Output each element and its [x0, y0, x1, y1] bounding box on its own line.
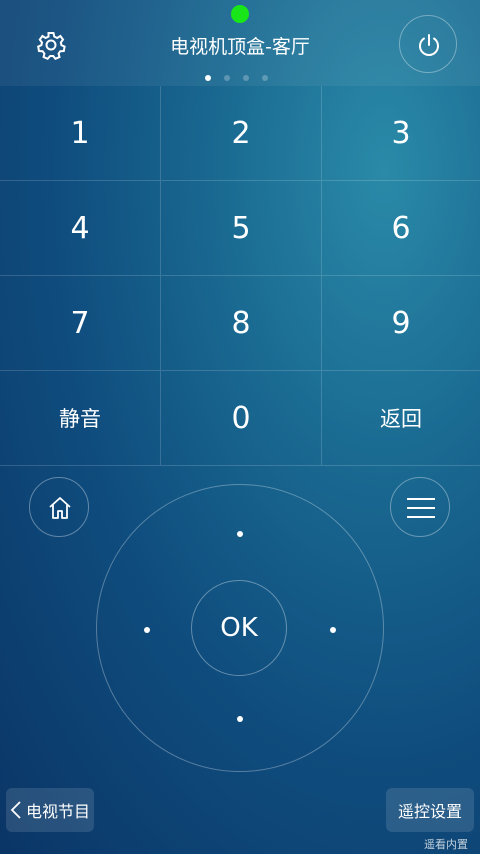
- page-dot: [262, 75, 268, 81]
- back-button[interactable]: 返回: [322, 371, 480, 466]
- power-icon: [419, 34, 439, 56]
- tv-program-label: 电视节目: [25, 802, 90, 821]
- dpad-up[interactable]: [237, 531, 243, 537]
- mute-button[interactable]: 静音: [0, 371, 161, 466]
- key-1[interactable]: 1: [0, 86, 161, 181]
- key-0[interactable]: 0: [161, 371, 322, 466]
- key-3[interactable]: 3: [322, 86, 480, 181]
- key-6[interactable]: 6: [322, 181, 480, 276]
- page-dot: [224, 75, 230, 81]
- dpad-down[interactable]: [237, 716, 243, 722]
- home-button[interactable]: [29, 477, 89, 537]
- home-icon: [49, 497, 71, 519]
- number-keypad: 1 2 3 4 5 6 7 8 9 静音 0 返回: [0, 86, 480, 466]
- dpad-left[interactable]: [144, 627, 150, 633]
- power-button[interactable]: [399, 15, 457, 73]
- dpad-right[interactable]: [330, 627, 336, 633]
- ok-button[interactable]: OK: [191, 580, 287, 676]
- key-2[interactable]: 2: [161, 86, 322, 181]
- key-5[interactable]: 5: [161, 181, 322, 276]
- key-9[interactable]: 9: [322, 276, 480, 371]
- tv-program-button[interactable]: 电视节目: [6, 788, 94, 832]
- key-8[interactable]: 8: [161, 276, 322, 371]
- key-4[interactable]: 4: [0, 181, 161, 276]
- menu-icon: [407, 498, 435, 518]
- watermark-text: 遥看内置: [424, 838, 468, 851]
- page-dot: [243, 75, 249, 81]
- menu-button[interactable]: [390, 477, 450, 537]
- connection-status-dot: [231, 5, 249, 23]
- chevron-left-icon: [10, 801, 21, 819]
- page-indicator: [205, 75, 268, 81]
- remote-settings-button[interactable]: 遥控设置: [386, 788, 474, 832]
- key-7[interactable]: 7: [0, 276, 161, 371]
- page-dot-active: [205, 75, 211, 81]
